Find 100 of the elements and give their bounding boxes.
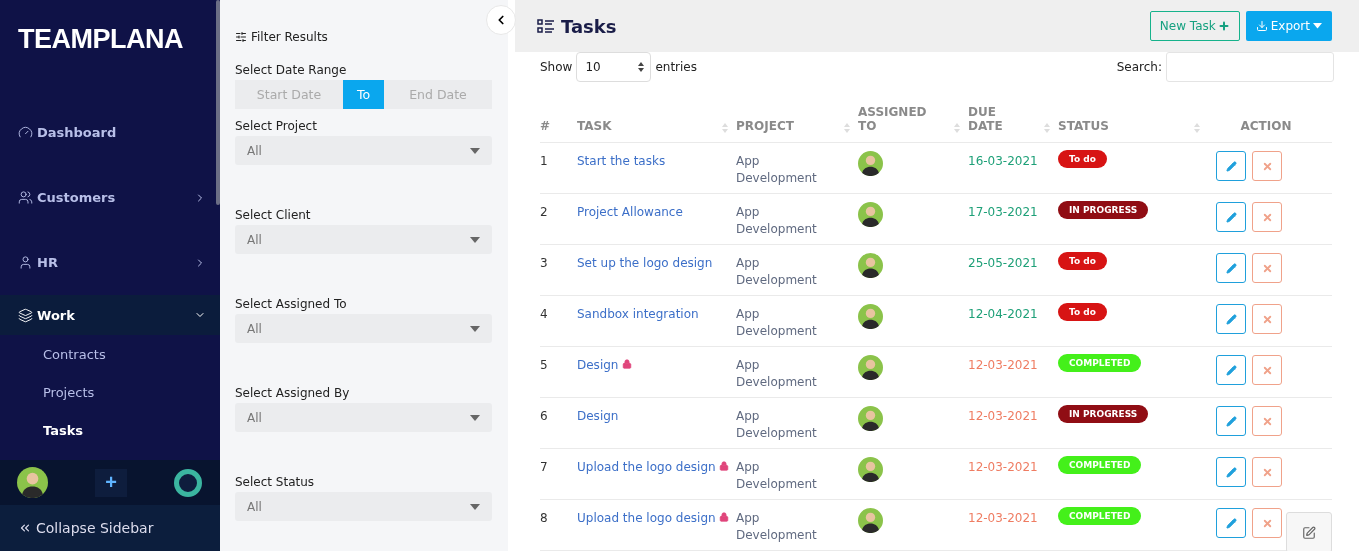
nav-item[interactable]: Work <box>0 295 220 335</box>
nav-item[interactable]: Customers <box>0 165 220 230</box>
due-date: 12-03-2021 <box>968 460 1038 474</box>
search-label: Search: <box>1116 60 1162 74</box>
column-header[interactable]: ACTION <box>1240 119 1292 133</box>
avatar-icon <box>858 355 883 380</box>
sort-icon <box>844 123 850 133</box>
edit-button[interactable] <box>1216 406 1246 436</box>
pencil-icon <box>1225 313 1237 325</box>
pencil-icon <box>1225 517 1237 529</box>
double-chevron-icon <box>18 521 32 535</box>
column-header[interactable]: # <box>540 119 551 133</box>
edit-button[interactable] <box>1216 355 1246 385</box>
nav-subitem[interactable]: Projects <box>0 373 220 411</box>
task-link[interactable]: Start the tasks <box>577 154 666 168</box>
delete-button[interactable] <box>1252 202 1282 232</box>
edit-button[interactable] <box>1216 202 1246 232</box>
status-badge: COMPLETED <box>1058 354 1142 372</box>
project-name: App Development <box>736 204 818 238</box>
delete-button[interactable] <box>1252 151 1282 181</box>
project-name: App Development <box>736 153 818 187</box>
task-link[interactable]: Project Allowance <box>577 205 683 219</box>
caret-icon <box>470 503 480 510</box>
edit-button[interactable] <box>1216 457 1246 487</box>
delete-button[interactable] <box>1252 406 1282 436</box>
column-header[interactable]: STATUS <box>1058 119 1109 133</box>
layers-icon <box>18 307 33 323</box>
select-field[interactable]: All <box>235 136 492 165</box>
collapse-sidebar-button[interactable]: Collapse Sidebar <box>0 505 220 551</box>
avatar-icon <box>858 202 883 227</box>
edit-button[interactable] <box>1216 304 1246 334</box>
nav-subitem[interactable]: Contracts <box>0 335 220 373</box>
task-link[interactable]: Sandbox integration <box>577 307 699 321</box>
task-link[interactable]: Design <box>577 409 619 423</box>
sliders-icon <box>235 31 247 43</box>
task-link[interactable]: Set up the logo design <box>577 256 713 270</box>
list-icon <box>537 19 555 33</box>
column-header[interactable]: ASSIGNED TO <box>858 105 927 133</box>
date-range-segment[interactable]: To <box>343 80 384 109</box>
row-number: 1 <box>540 153 549 170</box>
delete-button[interactable] <box>1252 304 1282 334</box>
select-field[interactable]: All <box>235 314 492 343</box>
status-badge: To do <box>1058 303 1107 321</box>
ring-icon[interactable] <box>174 468 202 497</box>
task-link[interactable]: Upload the logo design <box>577 511 716 525</box>
field-label: Select Project <box>235 119 318 135</box>
sort-icon <box>638 62 645 72</box>
column-header[interactable]: DUE DATE <box>968 105 1003 133</box>
due-date: 17-03-2021 <box>968 205 1038 219</box>
user-icon <box>18 255 33 270</box>
column-header[interactable]: TASK <box>577 119 612 133</box>
delete-button[interactable] <box>1252 508 1282 538</box>
gauge-icon <box>18 125 33 140</box>
close-icon <box>1261 160 1273 172</box>
field-label: Select Date Range <box>235 63 348 79</box>
edit-icon <box>1302 525 1316 540</box>
status-badge: IN PROGRESS <box>1058 405 1149 423</box>
caret-icon <box>470 147 480 154</box>
avatar-icon <box>858 508 883 533</box>
caret-icon <box>1313 23 1322 29</box>
sort-icon <box>954 123 960 133</box>
search-field[interactable] <box>1166 52 1334 82</box>
column-header[interactable]: PROJECT <box>736 119 794 133</box>
nav-item[interactable]: HR <box>0 230 220 295</box>
select-field[interactable]: All <box>235 225 492 254</box>
entries-label: entries <box>655 60 697 74</box>
caret-icon <box>470 325 480 332</box>
task-link[interactable]: Design <box>577 358 619 372</box>
brand-logo: TEAMPLANA <box>18 24 183 55</box>
close-icon <box>1261 262 1273 274</box>
nav-item[interactable]: Dashboard <box>0 100 220 165</box>
row-number: 2 <box>540 204 549 221</box>
delete-button[interactable] <box>1252 355 1282 385</box>
avatar-icon <box>858 406 883 431</box>
edit-button[interactable] <box>1216 151 1246 181</box>
select-field[interactable]: All <box>235 492 492 521</box>
export-button[interactable]: Export <box>1245 11 1332 41</box>
edit-button[interactable] <box>1216 508 1246 538</box>
row-number: 3 <box>540 255 549 272</box>
delete-button[interactable] <box>1252 253 1282 283</box>
collapse-panel-button[interactable] <box>486 5 516 35</box>
notes-button[interactable] <box>1286 512 1332 551</box>
due-date: 12-03-2021 <box>968 409 1038 423</box>
nav-subitem[interactable]: Tasks <box>0 411 220 449</box>
row-number: 8 <box>540 510 549 527</box>
entries-select[interactable]: 10 <box>576 52 652 82</box>
select-field[interactable]: All <box>235 403 492 432</box>
row-number: 7 <box>540 459 549 476</box>
add-button[interactable]: + <box>95 468 127 497</box>
close-icon <box>1261 211 1273 223</box>
close-icon <box>1261 517 1273 529</box>
new-task-button[interactable]: New Task <box>1149 11 1240 41</box>
delete-button[interactable] <box>1252 457 1282 487</box>
sort-icon <box>1044 123 1050 133</box>
edit-button[interactable] <box>1216 253 1246 283</box>
task-link[interactable]: Upload the logo design <box>577 460 716 474</box>
project-name: App Development <box>736 459 818 493</box>
close-icon <box>1261 415 1273 427</box>
scrollbar[interactable] <box>216 0 220 205</box>
avatar-icon <box>858 457 883 482</box>
